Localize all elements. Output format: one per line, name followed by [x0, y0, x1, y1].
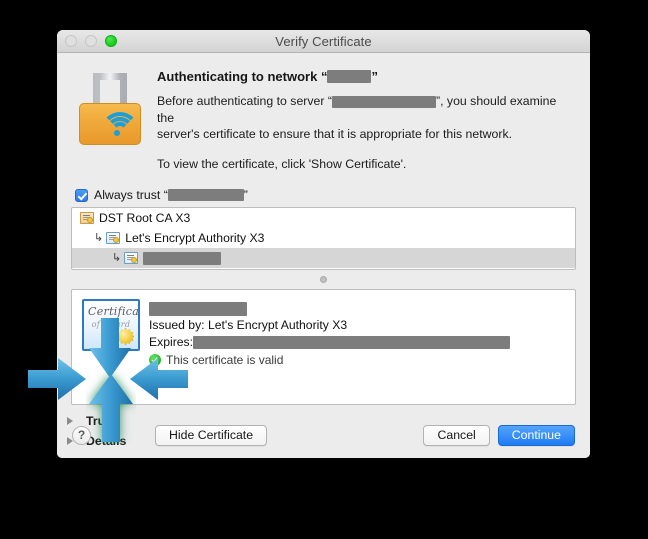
valid-check-icon: [149, 354, 161, 366]
certificate-issued-by: Issued by: Let's Encrypt Authority X3: [149, 318, 348, 332]
headline-prefix: Authenticating to network “: [157, 69, 328, 84]
network-name-redaction: [327, 70, 372, 83]
headline-suffix: ”: [371, 69, 378, 84]
tree-elbow-icon: ↳: [94, 231, 104, 244]
tree-row-selected[interactable]: ↳: [72, 248, 575, 268]
dialog-paragraph-2: To view the certificate, click 'Show Cer…: [157, 156, 407, 171]
certificate-name-redaction: [149, 301, 247, 316]
certificate-icon: [106, 232, 121, 244]
tree-row-label: DST Root CA X3: [99, 211, 191, 225]
hide-certificate-button[interactable]: Hide Certificate: [155, 424, 268, 446]
dialog-paragraph-1: Before authenticating to server “”, you …: [157, 93, 570, 143]
always-trust-label: Always trust “ ”: [94, 188, 248, 202]
paragraph1-part1: Before authenticating to server “: [157, 94, 332, 108]
splitter-knob-icon[interactable]: [320, 276, 327, 283]
cancel-button[interactable]: Cancel: [423, 424, 490, 446]
tree-row[interactable]: ↳ Let's Encrypt Authority X3: [72, 228, 575, 248]
dialog-body: Authenticating to network “ ” Before auth…: [57, 53, 590, 458]
certificate-icon-caption-text: Certificate: [88, 305, 140, 318]
certificate-detail-text: Issued by: Let's Encrypt Authority X3 Ex…: [149, 299, 565, 404]
certificate-seal-icon: Certificate of Award: [82, 299, 140, 351]
always-trust-checkbox[interactable]: [75, 188, 88, 202]
tree-row[interactable]: DST Root CA X3: [72, 208, 575, 228]
traffic-lights: [65, 30, 117, 52]
certificate-expires-label: Expires:: [149, 335, 194, 349]
panel-splitter[interactable]: [71, 274, 576, 285]
wifi-waves-icon: [101, 112, 139, 140]
certificate-name-row: [149, 300, 565, 317]
continue-button[interactable]: Continue: [497, 424, 575, 446]
always-trust-label-suffix: ”: [243, 188, 248, 202]
minimize-button-icon[interactable]: [85, 35, 97, 47]
lock-body-icon: [79, 103, 141, 145]
dialog-headline: Authenticating to network “ ”: [157, 69, 570, 84]
certificate-validity-text: This certificate is valid: [166, 353, 284, 367]
always-trust-row[interactable]: Always trust “ ”: [57, 172, 590, 207]
zoom-button-icon[interactable]: [105, 35, 117, 47]
screen: Verify Certificate Authenticating to net…: [0, 0, 648, 539]
certificate-root-icon: [80, 212, 94, 224]
help-button[interactable]: ?: [72, 425, 91, 445]
certificate-detail-panel: Certificate of Award Issued by: Let's En…: [71, 289, 576, 405]
certificate-icon-subcaption-text: of Award: [91, 320, 131, 329]
wifi-lock-icon-wrap: [73, 69, 151, 172]
gold-seal-icon: [117, 328, 134, 345]
certificate-expires-row: Expires:: [149, 334, 565, 351]
dialog-text-block: Authenticating to network “ ” Before auth…: [151, 69, 570, 172]
paragraph1-line2: server's certificate to ensure that it i…: [157, 127, 513, 141]
tree-row-name-redaction: [143, 251, 222, 265]
tree-row-label: Let's Encrypt Authority X3: [125, 231, 265, 245]
always-trust-label-prefix: Always trust “: [94, 188, 168, 202]
window-titlebar[interactable]: Verify Certificate: [57, 30, 590, 53]
certificate-chain-tree[interactable]: DST Root CA X3 ↳ Let's Encrypt Authority…: [71, 207, 576, 270]
verify-certificate-dialog: Verify Certificate Authenticating to net…: [57, 30, 590, 458]
always-trust-name-redaction: [167, 189, 244, 201]
window-title: Verify Certificate: [275, 33, 372, 49]
certificate-expires-redaction: [193, 336, 511, 349]
close-button-icon[interactable]: [65, 35, 77, 47]
certificate-validity-row: This certificate is valid: [149, 353, 565, 367]
dialog-header: Authenticating to network “ ” Before auth…: [57, 53, 590, 172]
dialog-footer: ? Hide Certificate Cancel Continue: [57, 412, 590, 458]
server-name-redaction: [332, 95, 436, 108]
tree-elbow-icon: ↳: [112, 251, 122, 264]
wifi-lock-icon: [79, 73, 141, 145]
certificate-icon: [124, 252, 139, 264]
certificate-icon-caption: Certificate of Award: [88, 306, 138, 330]
